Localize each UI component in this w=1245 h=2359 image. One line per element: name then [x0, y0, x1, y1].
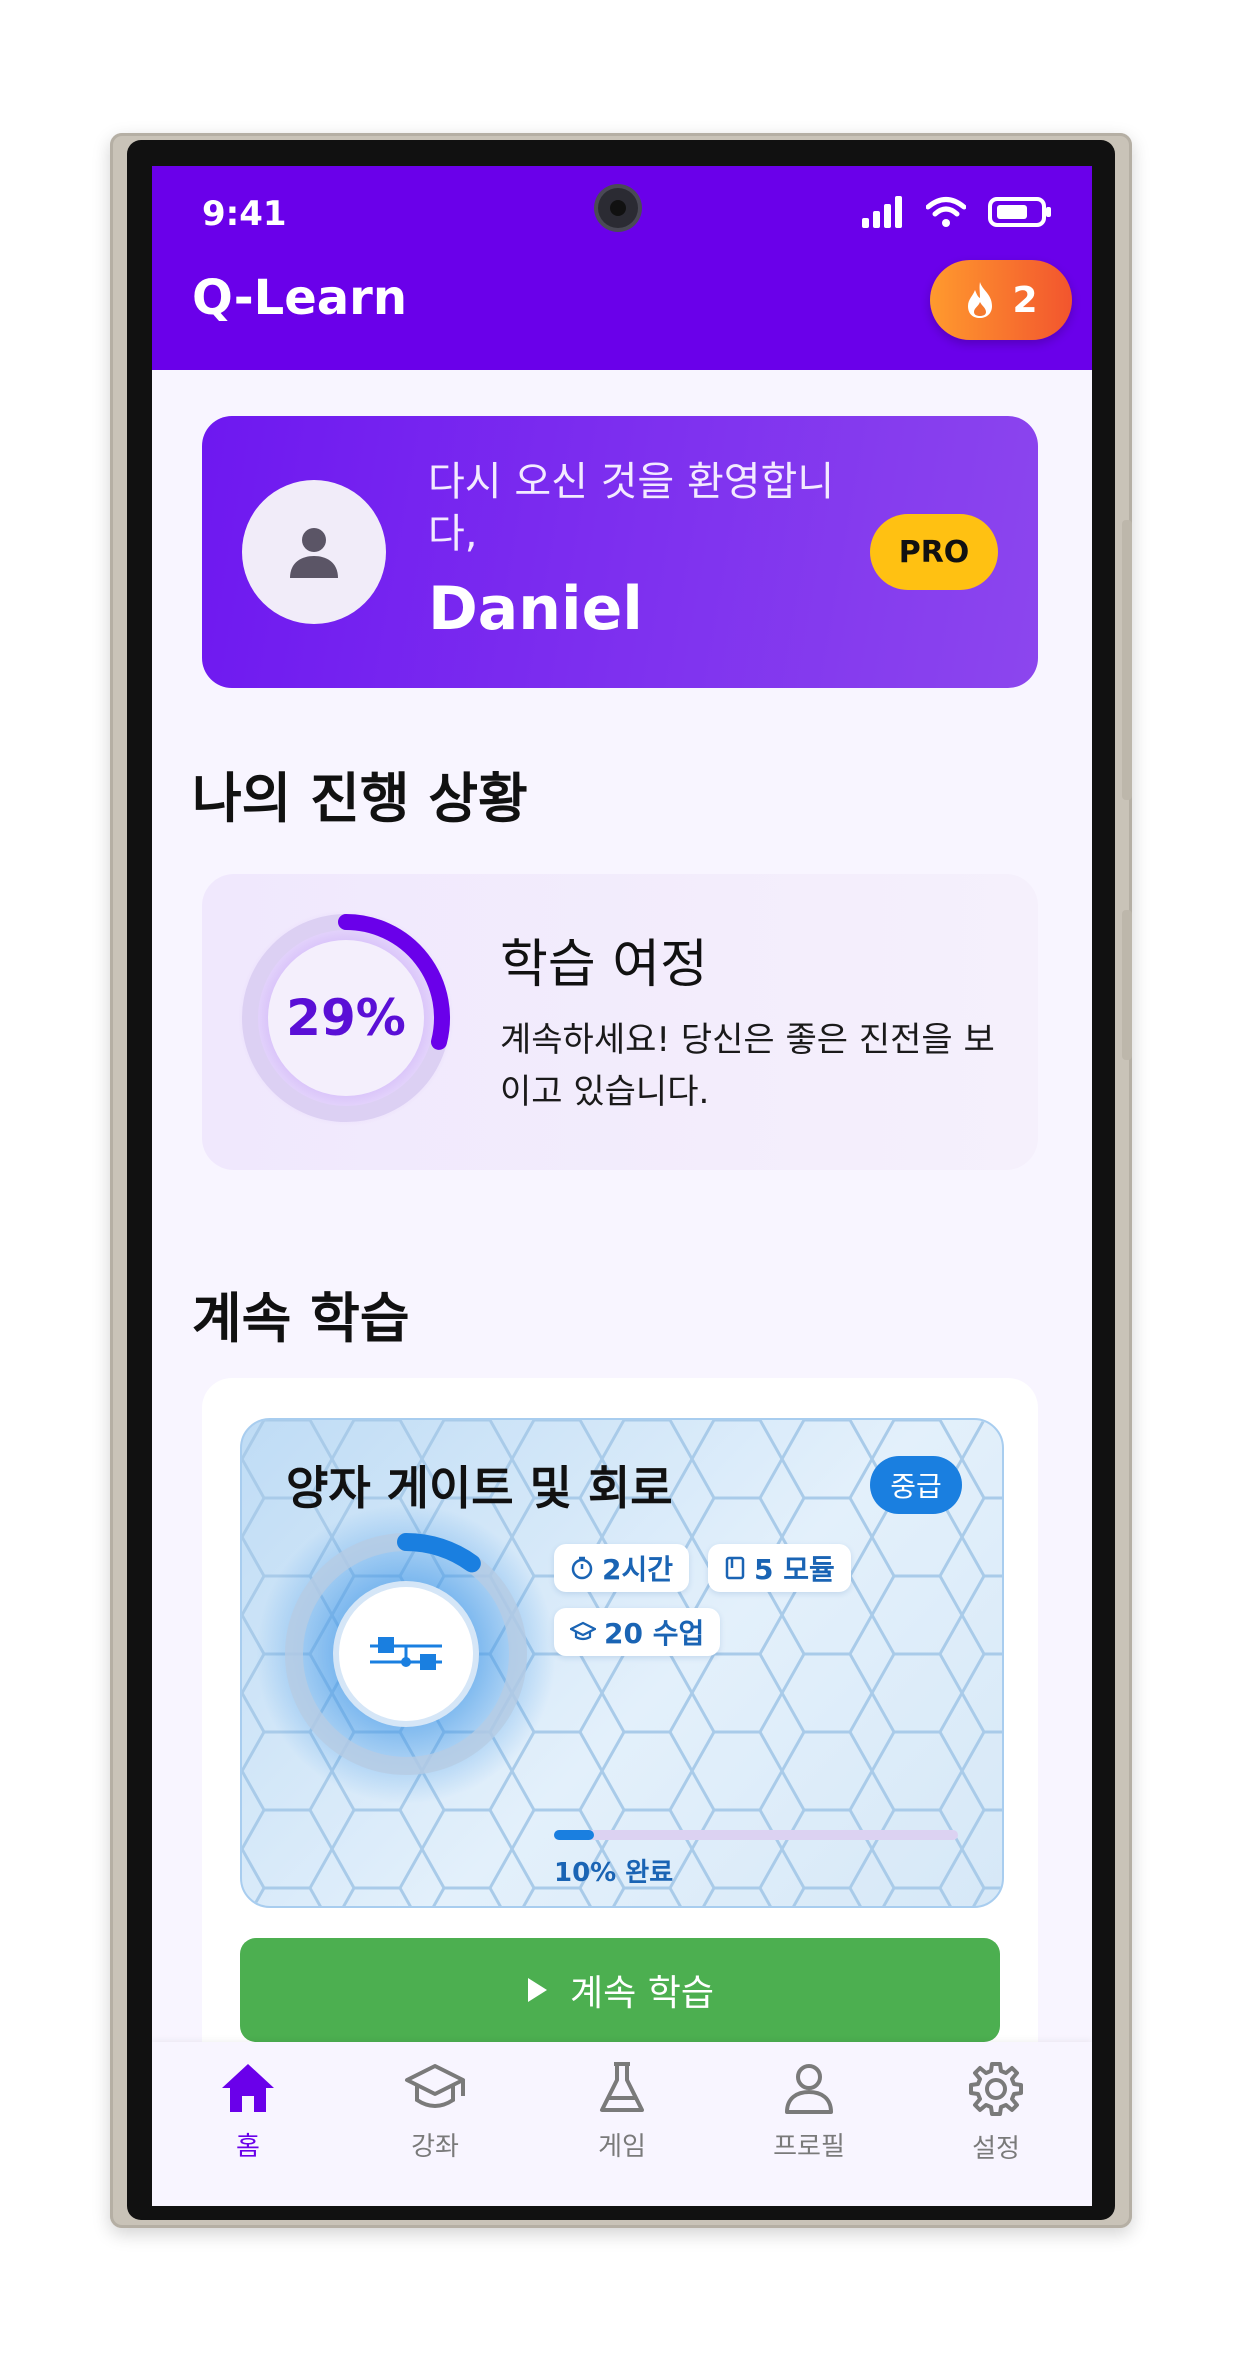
welcome-card: 다시 오신 것을 환영합니다, Daniel PRO: [202, 416, 1038, 688]
journey-title: 학습 여정: [500, 935, 708, 995]
course-card[interactable]: 양자 게이트 및 회로 중급 2시간 5 모듈 20 수업 10% 완료: [240, 1418, 1004, 1908]
nav-item-profile[interactable]: 프로필: [739, 2060, 879, 2163]
continue-button-label: 계속 학습: [570, 1973, 714, 2014]
progress-ring: 29%: [238, 910, 454, 1126]
course-progress-label: 10% 완료: [554, 1858, 674, 1888]
course-title: 양자 게이트 및 회로: [286, 1461, 673, 1515]
graduation-cap-icon: [405, 2064, 465, 2108]
app-screen: 9:41 Q-Learn 2 다시 오신 것을 환영합니다, Daniel PR…: [152, 166, 1092, 2206]
progress-percent: 29%: [286, 989, 406, 1047]
front-camera: [598, 188, 638, 228]
app-title: Q-Learn: [192, 270, 407, 326]
streak-badge[interactable]: 2: [930, 260, 1072, 340]
nav-item-courses[interactable]: 강좌: [365, 2060, 505, 2163]
modules-chip: 5 모듈: [708, 1544, 851, 1592]
nav-item-home[interactable]: 홈: [178, 2060, 318, 2163]
signal-icon: [862, 196, 902, 228]
play-icon: [528, 1978, 548, 2002]
duration-text: 2시간: [602, 1553, 674, 1586]
graduation-cap-icon: [570, 1621, 596, 1641]
nav-item-games[interactable]: 게임: [552, 2060, 692, 2163]
gear-icon: [969, 2062, 1023, 2116]
home-icon: [222, 2064, 274, 2112]
duration-chip: 2시간: [554, 1544, 690, 1592]
nav-label-home: 홈: [236, 2132, 260, 2162]
nav-item-settings[interactable]: 설정: [926, 2060, 1066, 2165]
continue-learning-button[interactable]: 계속 학습: [240, 1938, 1000, 2042]
progress-section-title: 나의 진행 상황: [192, 767, 528, 830]
wifi-icon: [926, 197, 966, 227]
modules-text: 5 모듈: [754, 1553, 835, 1586]
progress-card: 29% 학습 여정 계속하세요! 당신은 좋은 진전을 보이고 있습니다.: [202, 874, 1038, 1170]
continue-section-title: 계속 학습: [192, 1287, 410, 1350]
level-badge: 중급: [870, 1456, 962, 1514]
person-icon: [785, 2064, 833, 2114]
course-progress-bar: [554, 1830, 958, 1840]
avatar[interactable]: [242, 480, 386, 624]
volume-button: [1122, 520, 1132, 800]
journey-description: 계속하세요! 당신은 좋은 진전을 보이고 있습니다.: [500, 1020, 995, 1112]
book-icon: [725, 1556, 745, 1580]
welcome-greeting: 다시 오신 것을 환영합니다,: [428, 459, 835, 557]
bottom-nav: 홈 강좌 게임 프로필 설정: [152, 2042, 1092, 2206]
timer-icon: [571, 1556, 593, 1580]
nav-label-settings: 설정: [972, 2134, 1020, 2164]
status-icons: [862, 196, 1052, 228]
lessons-text: 20 수업: [604, 1617, 705, 1650]
user-name: Daniel: [428, 574, 643, 644]
nav-label-courses: 강좌: [411, 2132, 459, 2162]
power-button: [1122, 910, 1132, 1060]
nav-label-profile: 프로필: [773, 2132, 845, 2162]
person-icon: [290, 528, 338, 578]
app-header: 9:41 Q-Learn 2: [152, 166, 1092, 370]
status-time: 9:41: [202, 194, 287, 234]
course-progress-fill: [554, 1830, 595, 1840]
nav-label-games: 게임: [598, 2132, 646, 2162]
flame-icon: [968, 282, 993, 318]
streak-count: 2: [1012, 279, 1038, 321]
pro-badge: PRO: [870, 514, 998, 590]
lessons-chip: 20 수업: [554, 1608, 721, 1656]
battery-icon: [988, 197, 1051, 227]
flask-icon: [600, 2062, 644, 2112]
